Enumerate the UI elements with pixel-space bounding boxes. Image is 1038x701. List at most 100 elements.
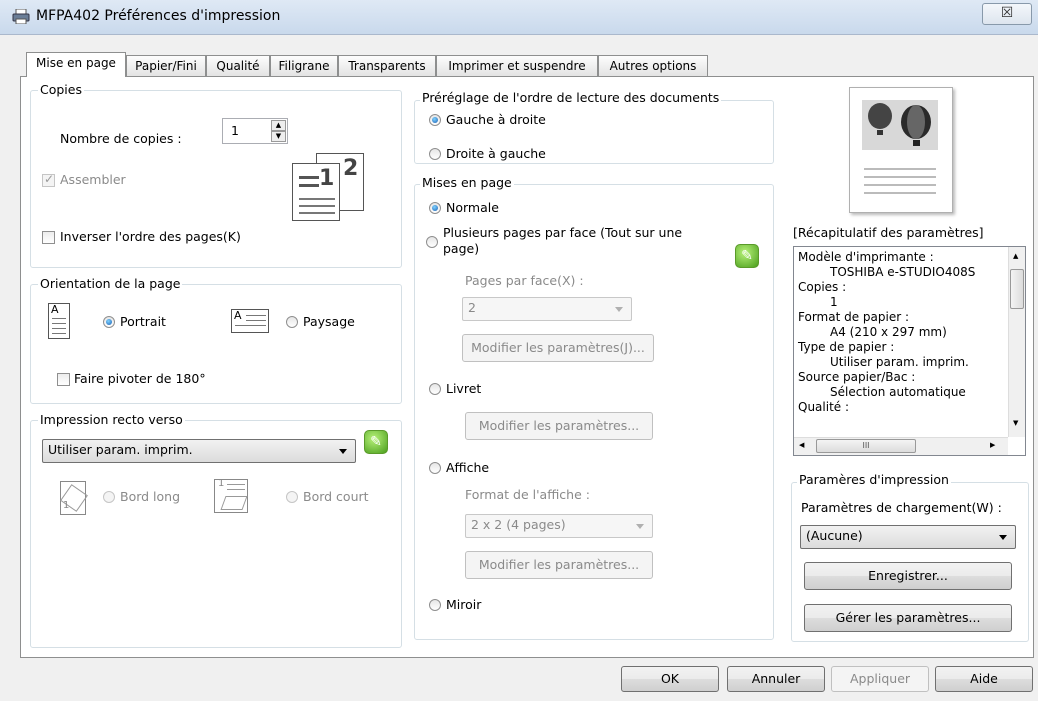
scroll-up-icon[interactable]: ▲	[1013, 252, 1018, 260]
eco-leaf-icon: ✎	[364, 430, 388, 454]
chevron-down-icon	[615, 307, 623, 312]
rtl-radio[interactable]	[429, 148, 441, 160]
summary-list: Modèle d'imprimante : TOSHIBA e-STUDIO408…	[798, 250, 975, 415]
save-settings-button[interactable]: Enregistrer...	[804, 562, 1012, 590]
duplex-select[interactable]: Utiliser param. imprim.	[42, 439, 356, 463]
short-edge-label: Bord court	[303, 489, 369, 504]
ltr-radio[interactable]	[429, 114, 441, 126]
printer-icon	[12, 9, 30, 24]
tab-filigrane[interactable]: Filigrane	[270, 55, 338, 76]
landscape-label: Paysage	[303, 314, 355, 329]
booklet-settings-button[interactable]: Modifier les paramètres...	[465, 412, 653, 440]
long-edge-radio[interactable]	[103, 491, 115, 503]
portrait-radio[interactable]	[103, 316, 115, 328]
collate-label: Assembler	[60, 172, 126, 187]
load-settings-select[interactable]: (Aucune)	[800, 525, 1016, 549]
duplex-selected: Utiliser param. imprim.	[48, 442, 193, 457]
scroll-right-icon[interactable]: ▶	[990, 441, 995, 449]
summary-line: Source papier/Bac :	[798, 370, 916, 384]
vertical-scrollbar[interactable]: ▲ ▼	[1008, 247, 1025, 437]
scroll-left-icon[interactable]: ◀	[799, 441, 804, 449]
layout-legend: Mises en page	[420, 175, 514, 190]
normal-label: Normale	[446, 200, 499, 215]
spin-up-icon[interactable]: ▲	[271, 120, 286, 131]
help-button[interactable]: Aide	[935, 666, 1033, 692]
pages-per-side-label: Pages par face(X) :	[465, 273, 584, 288]
long-edge-label: Bord long	[120, 489, 181, 504]
booklet-radio[interactable]	[429, 383, 441, 395]
ltr-label: Gauche à droite	[446, 112, 546, 127]
collate-icon: 2 1	[292, 153, 366, 223]
reverse-order-label: Inverser l'ordre des pages(K)	[60, 229, 241, 244]
long-edge-icon: 1	[60, 481, 88, 515]
multi-settings-button[interactable]: Modifier les paramètres(J)...	[462, 334, 654, 362]
cancel-button[interactable]: Annuler	[727, 666, 825, 692]
pages-per-side-select[interactable]: 2	[462, 297, 632, 321]
poster-radio[interactable]	[429, 462, 441, 474]
tab-papier-fini[interactable]: Papier/Fini	[126, 55, 206, 76]
tab-transparents[interactable]: Transparents	[338, 55, 436, 76]
summary-line: 1	[830, 295, 838, 309]
rotate-180-label: Faire pivoter de 180°	[74, 371, 206, 386]
apply-button[interactable]: Appliquer	[831, 666, 929, 692]
tab-imprimer-suspendre[interactable]: Imprimer et suspendre	[436, 55, 598, 76]
orientation-legend: Orientation de la page	[38, 276, 183, 291]
reverse-order-checkbox[interactable]	[42, 231, 55, 244]
copies-count-label: Nombre de copies :	[60, 131, 182, 146]
summary-line: Format de papier :	[798, 310, 910, 324]
poster-format-value: 2 x 2 (4 pages)	[471, 517, 566, 532]
copies-spinner[interactable]: 1 ▲ ▼	[222, 118, 288, 144]
horizontal-scroll-thumb[interactable]: III	[816, 439, 916, 453]
chevron-down-icon	[339, 449, 347, 454]
vertical-scroll-thumb[interactable]	[1010, 269, 1024, 309]
short-edge-icon: 1	[214, 478, 248, 513]
summary-line: Utiliser param. imprim.	[830, 355, 969, 369]
copies-legend: Copies	[38, 82, 84, 97]
summary-line: TOSHIBA e-STUDIO408S	[830, 265, 976, 279]
landscape-page-icon: A	[231, 309, 269, 333]
chevron-down-icon	[636, 524, 644, 529]
normal-radio[interactable]	[429, 202, 441, 214]
collate-checkbox[interactable]	[42, 172, 55, 187]
load-settings-label: Paramètres de chargement(W) :	[801, 500, 1002, 515]
portrait-page-icon: A	[48, 303, 70, 339]
rotate-180-checkbox[interactable]	[57, 373, 70, 386]
multi-pages-label-line1: Plusieurs pages par face (Tout sur une	[443, 225, 683, 240]
spin-down-icon[interactable]: ▼	[271, 131, 286, 142]
tab-mise-en-page[interactable]: Mise en page	[26, 52, 126, 77]
poster-settings-button[interactable]: Modifier les paramètres...	[465, 551, 653, 579]
duplex-legend: Impression recto verso	[38, 412, 185, 427]
chevron-down-icon	[999, 535, 1007, 540]
close-button[interactable]: ☒	[982, 3, 1032, 25]
horizontal-scrollbar[interactable]: ◀ III ▶	[794, 437, 1008, 455]
window-title: MFPA402 Préférences d'impression	[36, 8, 281, 24]
ok-button[interactable]: OK	[621, 666, 719, 692]
summary-line: Copies :	[798, 280, 847, 294]
multi-pages-label-line2: page)	[443, 241, 480, 256]
scroll-down-icon[interactable]: ▼	[1013, 419, 1018, 427]
manage-settings-button[interactable]: Gérer les paramètres...	[804, 604, 1012, 632]
mirror-radio[interactable]	[429, 599, 441, 611]
short-edge-radio[interactable]	[286, 491, 298, 503]
eco-leaf-icon: ✎	[735, 244, 759, 268]
summary-line: Qualité :	[798, 400, 850, 414]
print-settings-legend: Paramères d'impression	[797, 472, 951, 487]
poster-format-select[interactable]: 2 x 2 (4 pages)	[465, 514, 653, 538]
orientation-group	[30, 284, 402, 404]
portrait-label: Portrait	[120, 314, 166, 329]
copies-value: 1	[231, 123, 239, 138]
summary-line: Sélection automatique	[830, 385, 966, 399]
multi-pages-radio[interactable]	[426, 236, 438, 248]
tab-qualite[interactable]: Qualité	[206, 55, 270, 76]
summary-title: [Récapitulatif des paramètres]	[793, 225, 984, 240]
poster-label: Affiche	[446, 460, 490, 475]
pages-per-side-value: 2	[468, 300, 476, 315]
summary-box[interactable]: Modèle d'imprimante : TOSHIBA e-STUDIO408…	[793, 246, 1026, 456]
balloons-image	[862, 100, 938, 150]
reading-order-legend: Préréglage de l'ordre de lecture des doc…	[420, 90, 722, 105]
landscape-radio[interactable]	[286, 316, 298, 328]
poster-format-label: Format de l'affiche :	[465, 487, 590, 502]
tab-autres-options[interactable]: Autres options	[598, 55, 708, 76]
summary-line: Type de papier :	[798, 340, 895, 354]
mirror-label: Miroir	[446, 597, 482, 612]
